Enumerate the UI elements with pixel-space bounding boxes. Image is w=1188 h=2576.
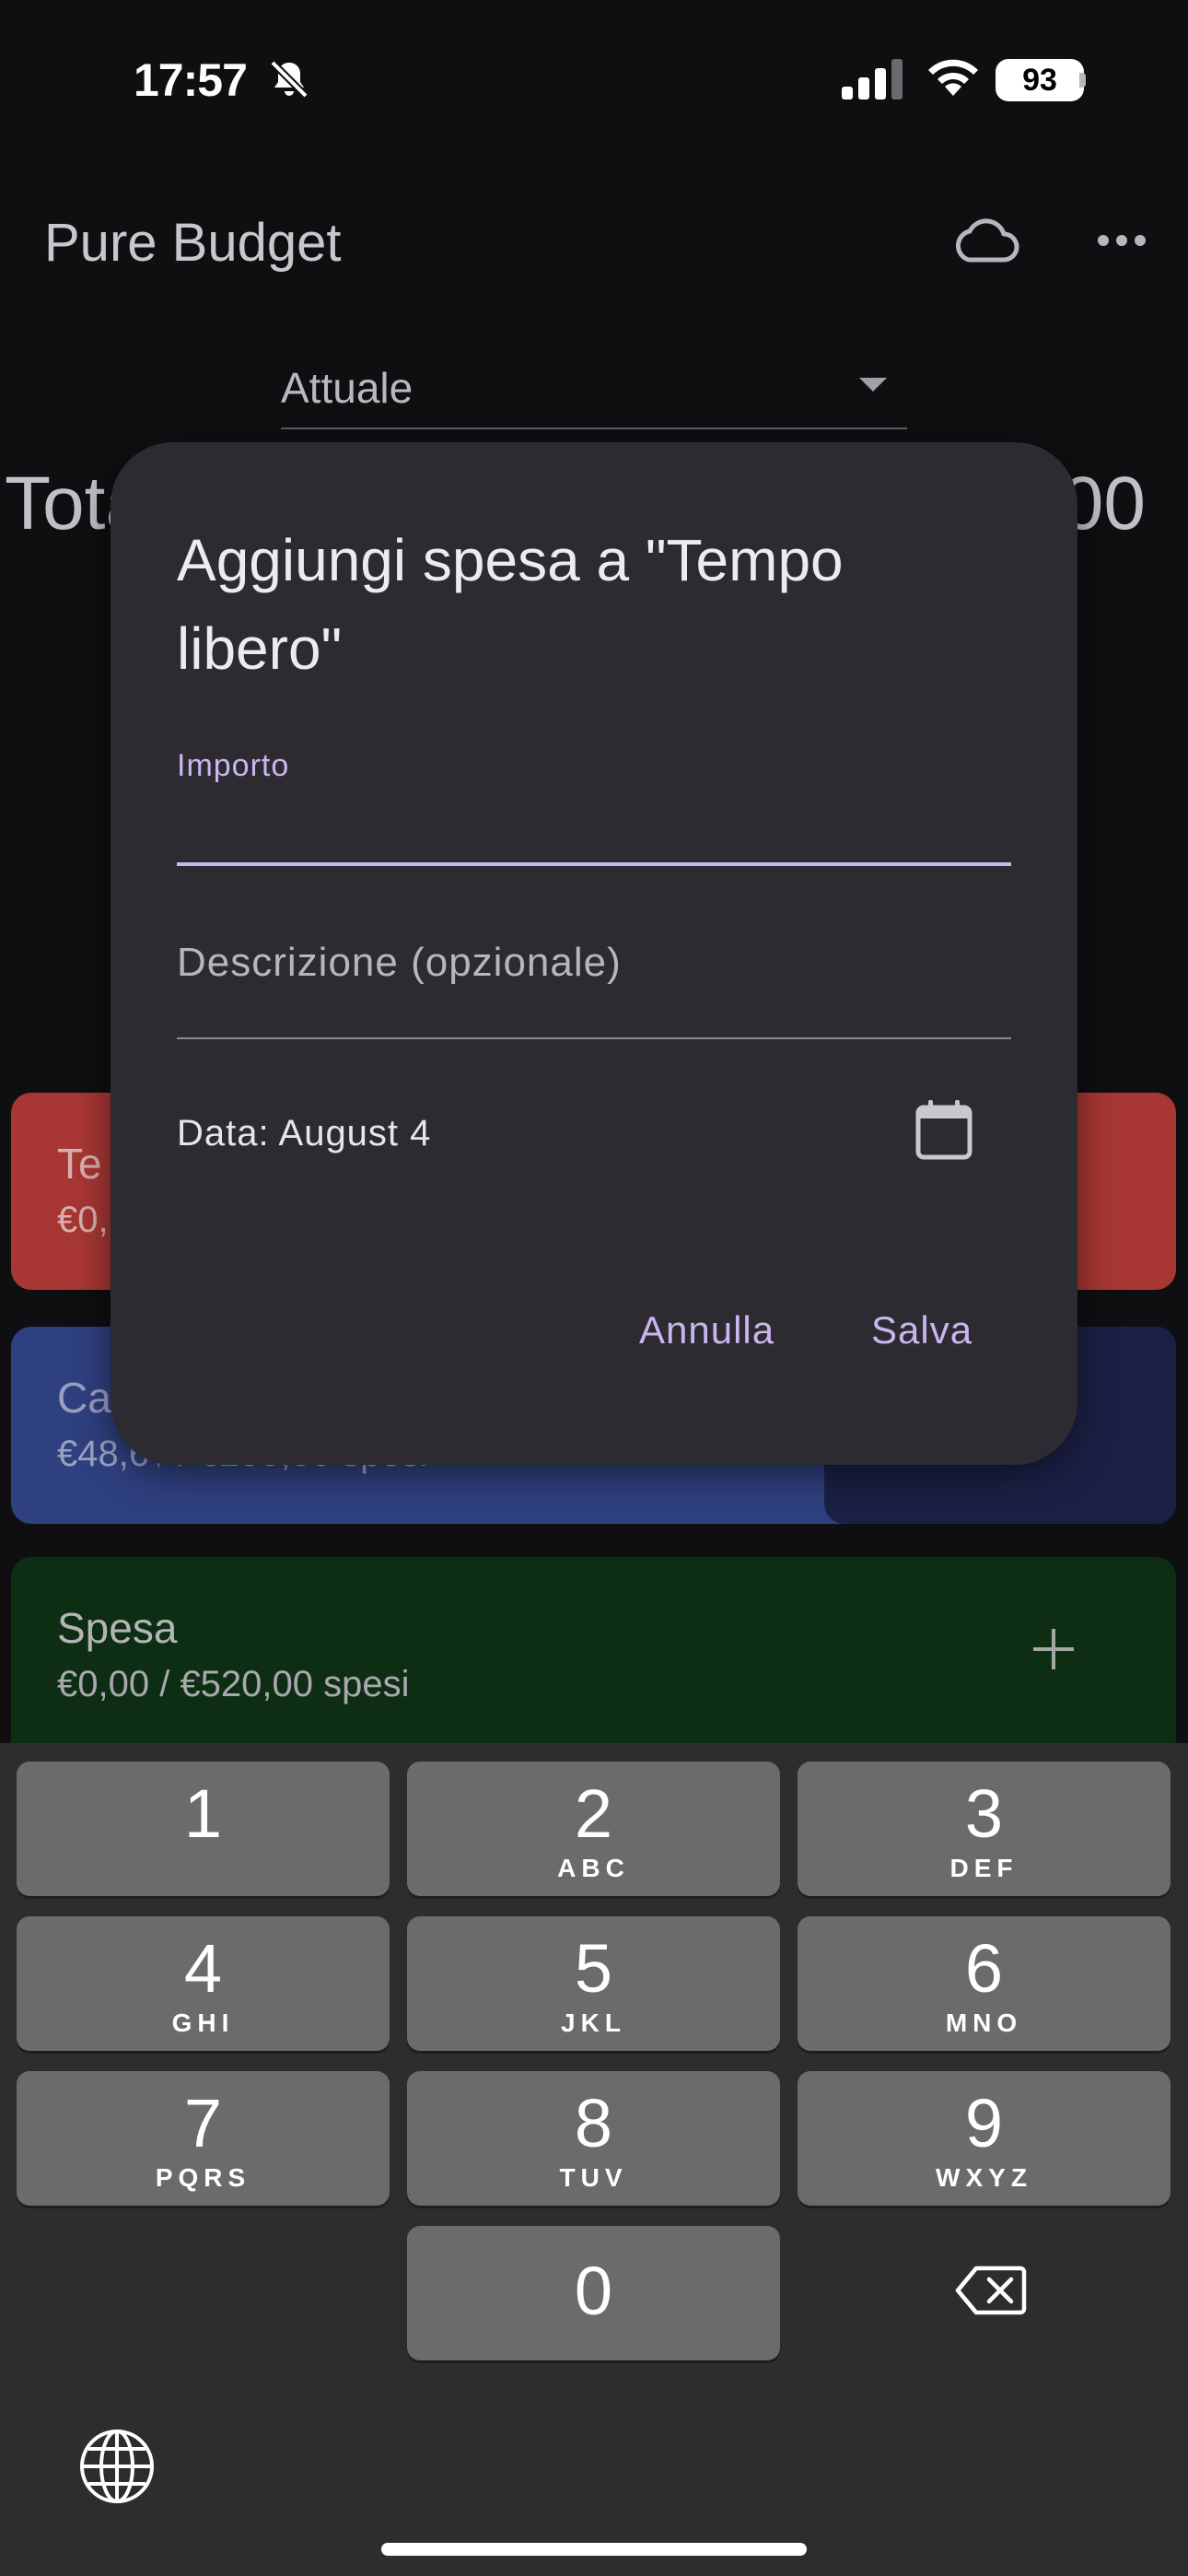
key-letters: WXYZ xyxy=(936,2163,1032,2192)
key-digit: 0 xyxy=(574,2253,613,2329)
period-dropdown[interactable]: Attuale xyxy=(281,350,907,429)
key-digit: 9 xyxy=(964,2085,1004,2161)
battery-nub xyxy=(1079,73,1086,88)
amount-input[interactable] xyxy=(177,792,1011,866)
key-5[interactable]: 5 JKL xyxy=(407,1916,780,2051)
key-letters: MNO xyxy=(945,2008,1023,2037)
key-digit: 7 xyxy=(183,2085,223,2161)
dialog-title: Aggiungi spesa a "Tempo libero" xyxy=(177,527,844,682)
wifi-icon xyxy=(928,59,978,96)
key-letters: GHI xyxy=(171,2008,235,2037)
key-letters: TUV xyxy=(559,2163,628,2192)
home-indicator[interactable] xyxy=(381,2543,807,2556)
cancel-button[interactable]: Annulla xyxy=(639,1308,775,1352)
key-digit: 3 xyxy=(964,1775,1004,1852)
key-9[interactable]: 9 WXYZ xyxy=(798,2071,1171,2206)
screen: 17:57 93 Pure Budget Attuale Tota ,00 Te… xyxy=(0,0,1188,2576)
key-3[interactable]: 3 DEF xyxy=(798,1762,1171,1896)
key-2[interactable]: 2 ABC xyxy=(407,1762,780,1896)
add-expense-dialog: Aggiungi spesa a "Tempo libero" Importo … xyxy=(111,442,1077,1465)
category-card[interactable]: Spesa €0,00 / €520,00 spesi xyxy=(11,1557,1176,1760)
description-input[interactable]: Descrizione (opzionale) xyxy=(177,931,1011,1039)
category-name: Ca xyxy=(57,1374,111,1422)
key-digit: 2 xyxy=(574,1775,613,1852)
key-7[interactable]: 7 PQRS xyxy=(17,2071,390,2206)
backspace-icon[interactable] xyxy=(954,2263,1028,2318)
key-digit: 8 xyxy=(574,2085,613,2161)
period-value: Attuale xyxy=(281,364,413,412)
key-8[interactable]: 8 TUV xyxy=(407,2071,780,2206)
category-amount: €0,00 / €520,00 spesi xyxy=(57,1664,410,1704)
key-letters: JKL xyxy=(561,2008,626,2037)
save-button[interactable]: Salva xyxy=(871,1308,973,1352)
key-digit: 1 xyxy=(183,1775,223,1852)
globe-icon[interactable] xyxy=(77,2427,157,2506)
dropdown-arrow-icon xyxy=(859,378,887,392)
key-digit: 4 xyxy=(183,1930,223,2007)
key-digit: 6 xyxy=(964,1930,1004,2007)
status-time: 17:57 xyxy=(134,54,248,106)
plus-icon[interactable] xyxy=(1031,1627,1076,1671)
key-0[interactable]: 0 xyxy=(407,2226,780,2360)
key-letters: PQRS xyxy=(155,2163,251,2192)
date-label: Data: August 4 xyxy=(177,1113,432,1153)
category-name: Te xyxy=(57,1140,102,1188)
signal-icon xyxy=(842,59,903,100)
battery-indicator: 93 xyxy=(996,59,1084,101)
calendar-icon[interactable] xyxy=(914,1098,974,1163)
bell-slash-icon xyxy=(270,60,309,99)
numeric-keyboard: 1 2 ABC 3 DEF 4 GHI 5 JKL 6 MNO 7 PQRS 8 xyxy=(0,1743,1188,2576)
key-digit: 5 xyxy=(574,1930,613,2007)
key-letters: ABC xyxy=(557,1854,630,1882)
app-title: Pure Budget xyxy=(44,213,342,273)
cloud-icon[interactable] xyxy=(949,214,1022,269)
key-1[interactable]: 1 xyxy=(17,1762,390,1896)
amount-label: Importo xyxy=(177,748,290,783)
category-name: Spesa xyxy=(57,1604,178,1652)
description-placeholder: Descrizione (opzionale) xyxy=(177,940,622,985)
key-6[interactable]: 6 MNO xyxy=(798,1916,1171,2051)
key-4[interactable]: 4 GHI xyxy=(17,1916,390,2051)
key-letters: DEF xyxy=(949,1854,1019,1882)
category-amount: €0, xyxy=(57,1200,109,1240)
more-icon[interactable] xyxy=(1096,230,1147,251)
